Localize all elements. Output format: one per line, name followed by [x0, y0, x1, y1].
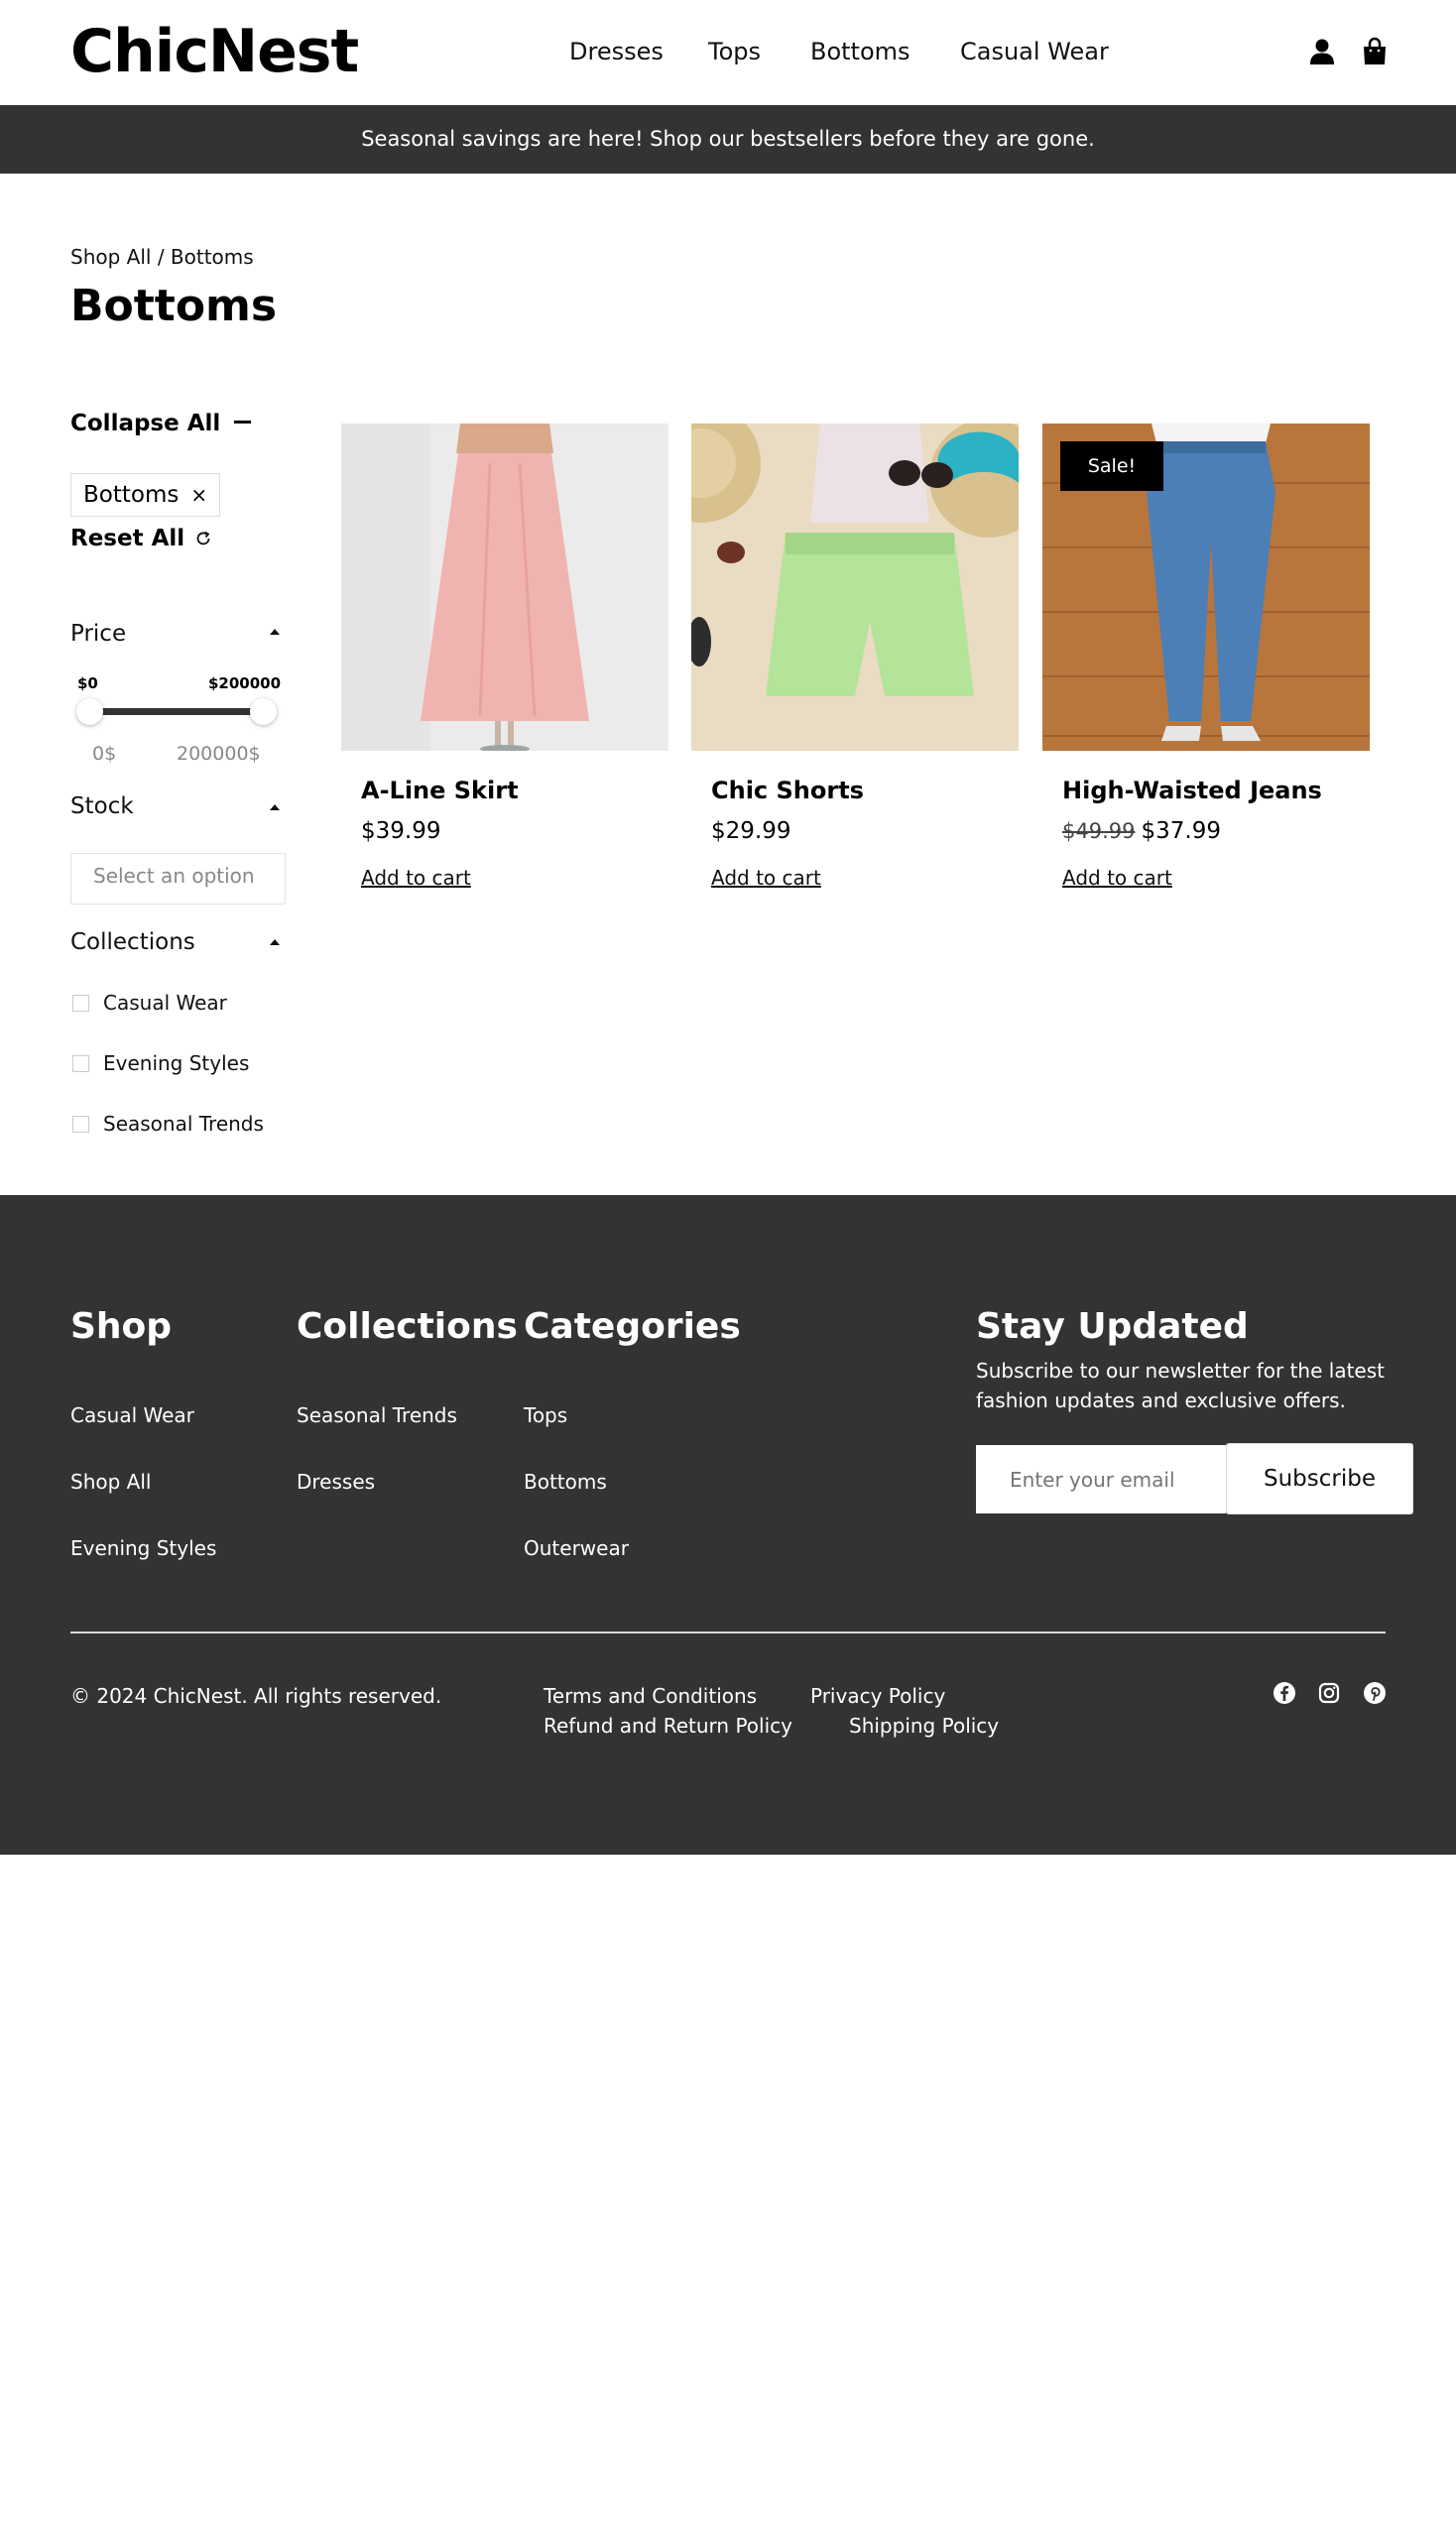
- newsletter-title: Stay Updated: [976, 1306, 1249, 1347]
- instagram-icon[interactable]: [1316, 1680, 1342, 1706]
- collection-option-casual-wear[interactable]: Casual Wear: [72, 991, 227, 1015]
- product-card[interactable]: A-Line Skirt $39.99 Add to cart: [341, 423, 668, 890]
- collapse-all-label: Collapse All: [70, 411, 221, 436]
- product-price: $49.99 $37.99: [1062, 818, 1221, 844]
- footer-link[interactable]: Tops: [524, 1403, 567, 1427]
- email-field[interactable]: [976, 1445, 1226, 1513]
- footer-divider: [70, 1632, 1386, 1633]
- site-header: ChicNest Dresses Tops Bottoms Casual Wea…: [0, 0, 1456, 105]
- facebook-icon[interactable]: [1272, 1680, 1297, 1706]
- close-icon[interactable]: ×: [190, 483, 207, 507]
- nav-bottoms[interactable]: Bottoms: [810, 36, 910, 67]
- checkbox[interactable]: [72, 1054, 89, 1072]
- product-image-shorts[interactable]: [691, 423, 1019, 751]
- chevron-up-icon[interactable]: [270, 629, 280, 635]
- reset-all-label: Reset All: [70, 526, 185, 551]
- current-price: $29.99: [711, 818, 791, 844]
- collection-option-seasonal-trends[interactable]: Seasonal Trends: [72, 1112, 264, 1136]
- logo[interactable]: ChicNest: [70, 14, 359, 89]
- footer-link[interactable]: Seasonal Trends: [297, 1403, 457, 1427]
- subscribe-button[interactable]: Subscribe: [1226, 1443, 1413, 1514]
- legal-link-shipping[interactable]: Shipping Policy: [849, 1714, 999, 1738]
- newsletter-text: Subscribe to our newsletter for the late…: [976, 1359, 1385, 1412]
- copyright: © 2024 ChicNest. All rights reserved.: [70, 1684, 442, 1708]
- minus-icon: [234, 420, 252, 423]
- legal-link-privacy[interactable]: Privacy Policy: [810, 1684, 945, 1708]
- footer-link[interactable]: Dresses: [297, 1470, 375, 1494]
- footer-link[interactable]: Evening Styles: [70, 1536, 216, 1560]
- add-to-cart-link[interactable]: Add to cart: [711, 866, 821, 890]
- product-image-skirt[interactable]: [341, 423, 668, 751]
- price-min-handle[interactable]: [76, 698, 103, 725]
- legal-link-refund[interactable]: Refund and Return Policy: [544, 1714, 792, 1738]
- product-name[interactable]: A-Line Skirt: [361, 777, 519, 804]
- footer-link[interactable]: Shop All: [70, 1470, 151, 1494]
- price-min-label: $0: [77, 674, 98, 692]
- add-to-cart-link[interactable]: Add to cart: [1062, 866, 1172, 890]
- checkbox-label: Evening Styles: [103, 1051, 250, 1075]
- current-price: $37.99: [1141, 818, 1221, 844]
- price-min-value: 0$: [92, 743, 117, 765]
- active-filter-chip[interactable]: Bottoms ×: [70, 473, 221, 517]
- checkbox-label: Casual Wear: [103, 991, 227, 1015]
- footer-link[interactable]: Bottoms: [524, 1470, 607, 1494]
- price-range-slider[interactable]: [89, 708, 264, 715]
- footer-link[interactable]: Casual Wear: [70, 1403, 194, 1427]
- nav-dresses[interactable]: Dresses: [569, 36, 664, 67]
- price-facet-title[interactable]: Price: [70, 621, 126, 647]
- collections-facet-title[interactable]: Collections: [70, 929, 195, 955]
- footer-collections-title: Collections: [297, 1306, 518, 1347]
- product-price: $29.99: [711, 818, 790, 844]
- footer-categories-title: Categories: [524, 1306, 741, 1347]
- collapse-all-button[interactable]: Collapse All: [70, 411, 252, 436]
- product-card[interactable]: Chic Shorts $29.99 Add to cart: [691, 423, 1019, 890]
- user-icon[interactable]: [1307, 37, 1337, 66]
- sale-badge: Sale!: [1060, 441, 1163, 491]
- active-filter-label: Bottoms: [83, 482, 180, 508]
- old-price: $49.99: [1062, 819, 1136, 843]
- collection-option-evening-styles[interactable]: Evening Styles: [72, 1051, 249, 1075]
- product-card[interactable]: Sale! High-Waisted Jeans $49.99 $37.99 Ad…: [1042, 423, 1370, 890]
- checkbox-label: Seasonal Trends: [103, 1112, 264, 1136]
- refresh-icon: [196, 531, 210, 545]
- nav-tops[interactable]: Tops: [708, 36, 761, 67]
- chevron-up-icon[interactable]: [270, 804, 280, 810]
- checkbox[interactable]: [72, 994, 89, 1012]
- chevron-up-icon[interactable]: [270, 939, 280, 945]
- stock-select[interactable]: Select an option: [70, 853, 286, 905]
- price-max-value: 200000$: [177, 743, 261, 765]
- page-title: Bottoms: [70, 281, 278, 331]
- product-price: $39.99: [361, 818, 440, 844]
- product-image-jeans[interactable]: Sale!: [1042, 423, 1370, 751]
- price-max-label: $200000: [208, 674, 282, 692]
- legal-link-terms[interactable]: Terms and Conditions: [544, 1684, 757, 1708]
- nav-casual-wear[interactable]: Casual Wear: [960, 36, 1109, 67]
- add-to-cart-link[interactable]: Add to cart: [361, 866, 471, 890]
- pinterest-icon[interactable]: [1362, 1680, 1388, 1706]
- stock-facet-title[interactable]: Stock: [70, 793, 134, 819]
- breadcrumb[interactable]: Shop All / Bottoms: [70, 245, 254, 269]
- footer-link[interactable]: Outerwear: [524, 1536, 629, 1560]
- reset-all-button[interactable]: Reset All: [70, 526, 212, 551]
- promo-banner: Seasonal savings are here! Shop our best…: [0, 105, 1456, 174]
- product-name[interactable]: High-Waisted Jeans: [1062, 777, 1322, 804]
- product-name[interactable]: Chic Shorts: [711, 777, 864, 804]
- footer-shop-title: Shop: [70, 1306, 173, 1347]
- current-price: $39.99: [361, 818, 441, 844]
- checkbox[interactable]: [72, 1115, 89, 1133]
- price-max-handle[interactable]: [250, 698, 277, 725]
- site-footer: Shop Casual Wear Shop All Evening Styles…: [0, 1195, 1456, 1855]
- shopping-bag-icon[interactable]: [1360, 37, 1390, 66]
